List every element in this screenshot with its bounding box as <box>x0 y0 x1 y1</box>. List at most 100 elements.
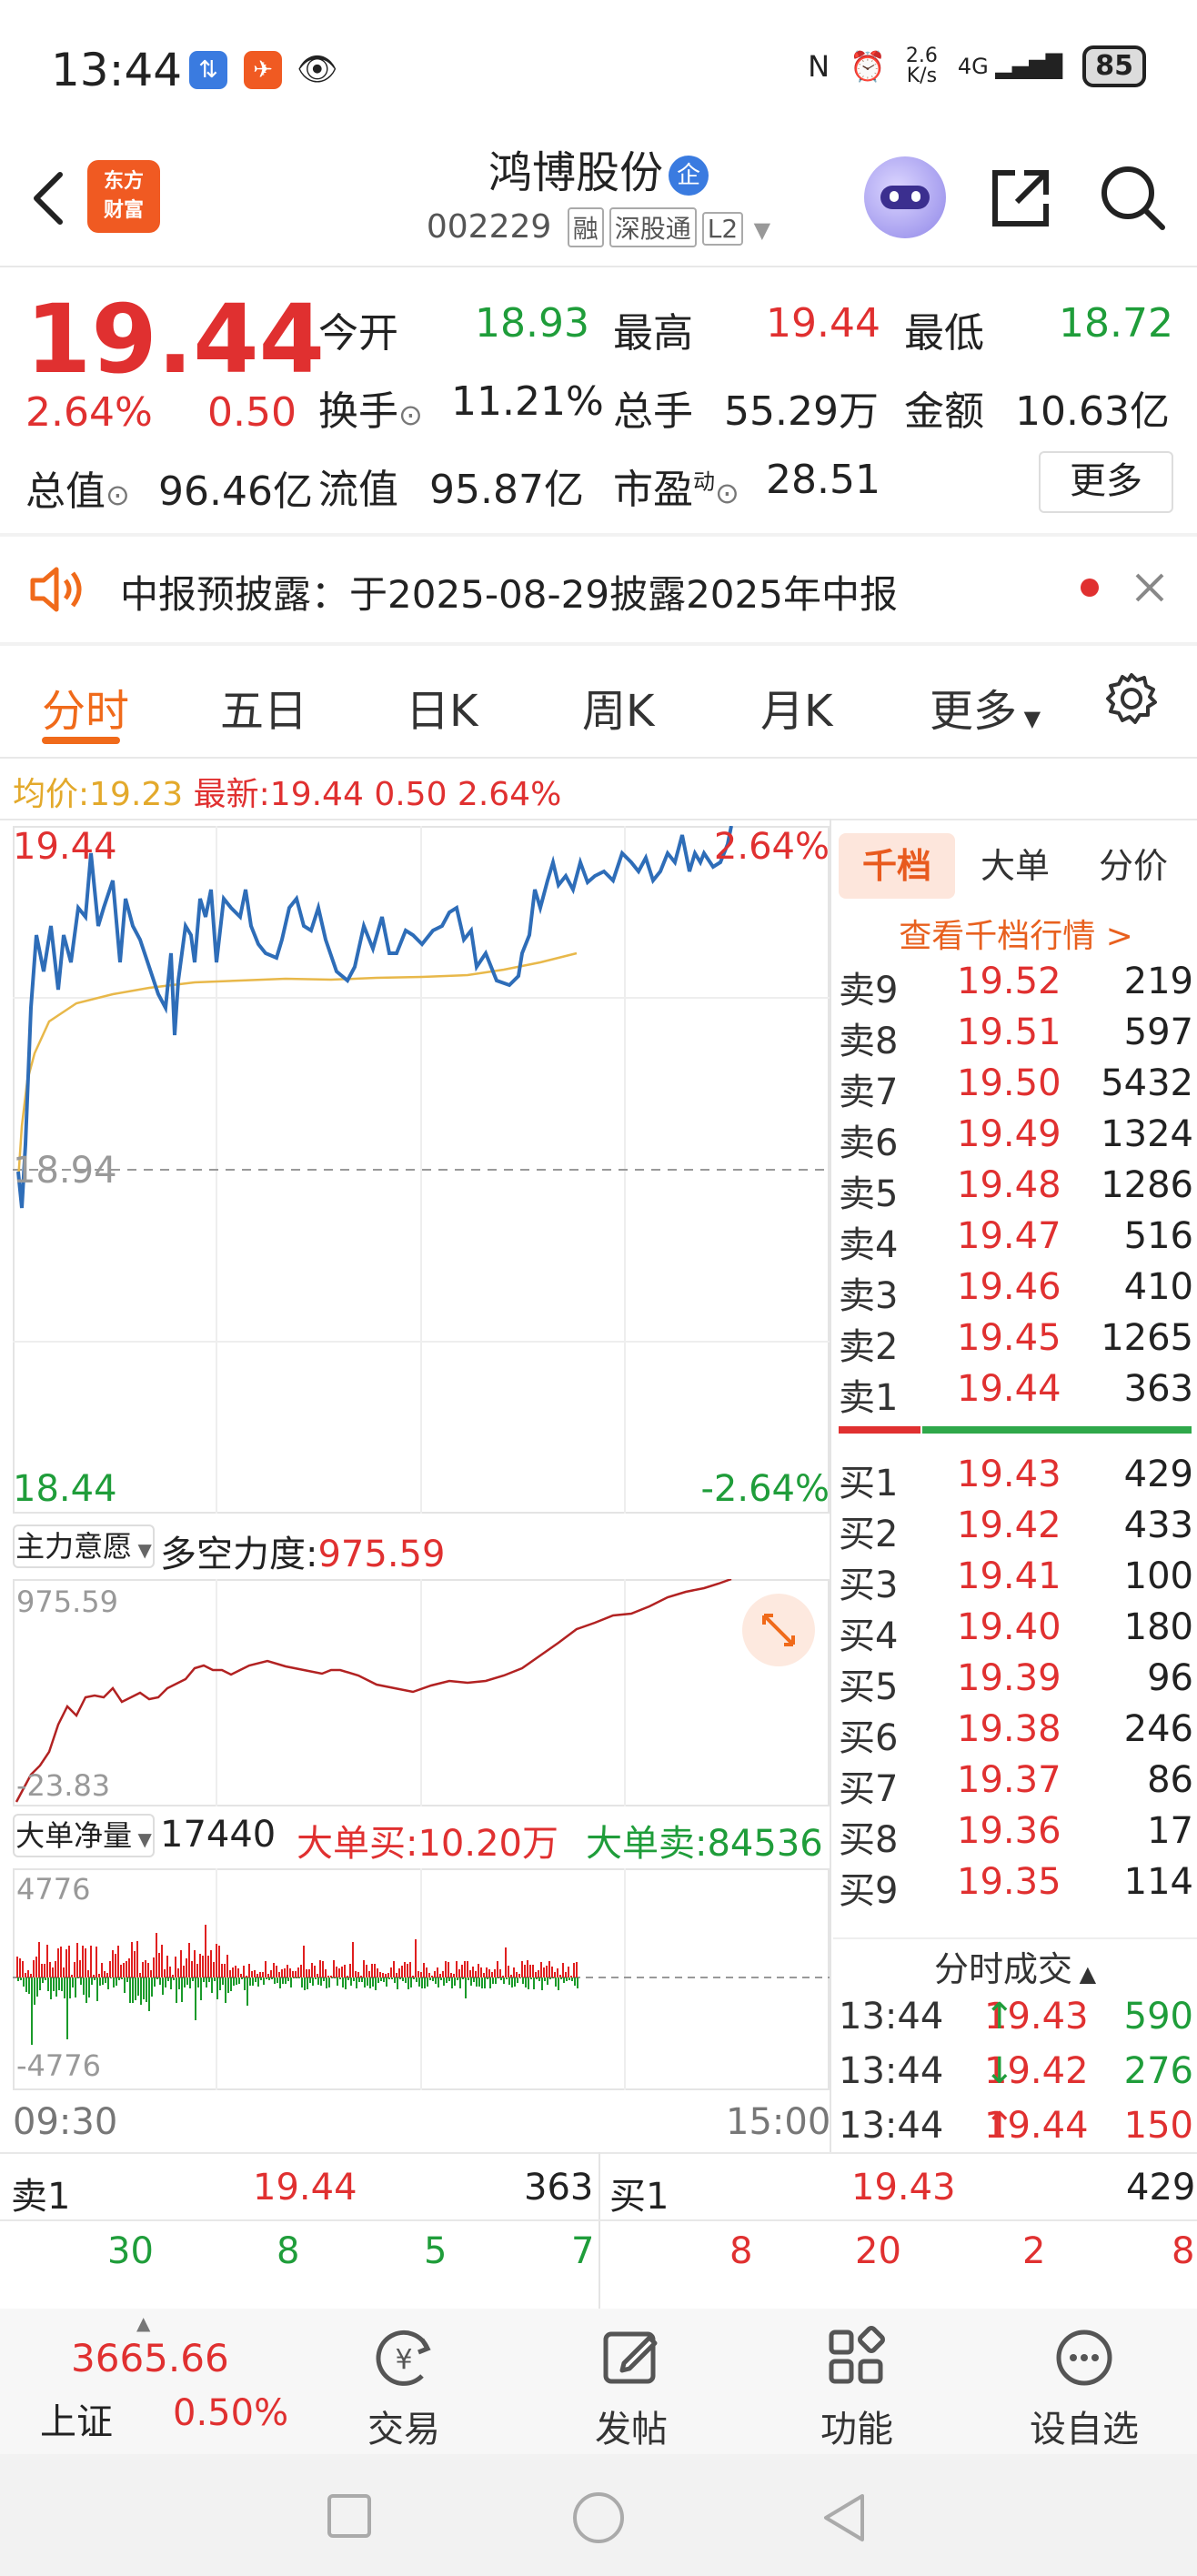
bid-row[interactable]: 买2 19.42 433 <box>839 1504 1193 1555</box>
net-volume-bar-up <box>44 1964 45 1977</box>
net-volume-bar-up <box>202 1956 204 1977</box>
bid-row[interactable]: 买3 19.41 100 <box>839 1555 1193 1606</box>
tab-more[interactable]: 更多 ▼ <box>930 675 1041 739</box>
bid-vol: 433 <box>1123 1504 1193 1546</box>
nav-functions[interactable]: 功能 <box>775 2309 939 2454</box>
net-volume-bar-up <box>270 1970 272 1977</box>
ask-label: 卖5 <box>839 1173 899 1215</box>
ask-row[interactable]: 卖4 19.47 516 <box>839 1215 1193 1266</box>
tab-five-day[interactable]: 五日 <box>220 675 307 739</box>
gear-icon[interactable] <box>1102 669 1161 728</box>
ask-row[interactable]: 卖2 19.45 1265 <box>839 1317 1193 1368</box>
net-volume-bar-up <box>576 1962 578 1977</box>
enterprise-badge: 企 <box>669 156 709 196</box>
net-volume-bar-down <box>334 1977 336 1978</box>
net-volume-bar-down <box>391 1977 393 1979</box>
ask-row[interactable]: 卖8 19.51 597 <box>839 1011 1193 1062</box>
indicator1-selector[interactable]: 主力意愿 ▼ <box>13 1524 155 1568</box>
tab-price-dist[interactable]: 分价 <box>1075 833 1192 899</box>
net-volume-bar-down <box>211 1977 213 1993</box>
ask-row[interactable]: 卖9 19.52 219 <box>839 961 1193 1011</box>
ask-price: 19.50 <box>957 1062 1061 1104</box>
ask-row[interactable]: 卖6 19.49 1324 <box>839 1113 1193 1164</box>
net-volume-bar-down <box>266 1977 267 1979</box>
trade-row: 13:44 19.43 ↑ 590 <box>839 1996 1193 2038</box>
ask-row[interactable]: 卖7 19.50 5432 <box>839 1062 1193 1113</box>
home-icon[interactable] <box>571 2490 626 2545</box>
net-volume-bar-down <box>184 1977 186 1987</box>
net-volume-bar-down <box>176 1977 177 2003</box>
tab-month-k[interactable]: 月K <box>760 675 832 739</box>
announcement-banner[interactable]: 中报预披露：于2025-08-29披露2025年中报 <box>0 537 1197 642</box>
indicator2-selector[interactable]: 大单净量 ▼ <box>13 1814 155 1857</box>
net-volume-bar-up <box>521 1961 523 1977</box>
indicator1-readout: 多空力度:975.59 <box>160 1534 446 1575</box>
net-volume-bar-down <box>77 1977 79 1978</box>
net-volume-bar-up <box>226 1955 228 1977</box>
search-icon[interactable] <box>1097 162 1170 235</box>
net-volume-bar-down <box>331 1977 333 1978</box>
tab-day-k[interactable]: 日K <box>406 675 478 739</box>
close-icon[interactable] <box>1132 569 1168 606</box>
net-volume-bar-down <box>293 1977 295 1978</box>
net-volume-bar-up <box>535 1972 537 1977</box>
bid-row[interactable]: 买4 19.40 180 <box>839 1606 1193 1657</box>
net-volume-bar-up <box>292 1971 294 1977</box>
bid-row[interactable]: 买6 19.38 246 <box>839 1708 1193 1759</box>
ask-row[interactable]: 卖1 19.44 363 <box>839 1368 1193 1419</box>
nav-post[interactable]: 发帖 <box>549 2309 713 2454</box>
recent-apps-icon[interactable] <box>324 2490 375 2541</box>
tab-big-order[interactable]: 大单 <box>957 833 1073 899</box>
net-volume-bar-down <box>364 1977 366 1987</box>
net-volume-bar-up <box>87 1970 89 1977</box>
index-ticker[interactable]: ▲ 3665.66 上证 0.50% <box>0 2309 309 2454</box>
ai-assistant-icon[interactable] <box>864 156 946 238</box>
view-depth-link[interactable]: 查看千档行情 > <box>835 910 1197 957</box>
bid-row[interactable]: 买1 19.43 429 <box>839 1454 1193 1504</box>
net-volume-bar-up <box>472 1967 474 1977</box>
net-volume-bar-down <box>227 1977 229 1993</box>
trade-time: 13:44 <box>839 2105 944 2147</box>
net-volume-bar-up <box>371 1964 373 1977</box>
net-volume-bar-down <box>20 1977 22 1980</box>
net-volume-bar-down <box>301 1977 303 1987</box>
net-volume-bar-down <box>473 1977 475 1982</box>
net-volume-bar-down <box>549 1977 551 1979</box>
bid-row[interactable]: 买9 19.35 114 <box>839 1861 1193 1912</box>
net-volume-bar-down <box>484 1977 486 1988</box>
share-icon[interactable] <box>984 162 1057 235</box>
more-button[interactable]: 更多 <box>1039 451 1173 513</box>
net-volume-bar-up <box>224 1964 226 1977</box>
back-icon[interactable] <box>819 2490 870 2545</box>
chevron-up-icon: ▲ <box>1071 1961 1097 1987</box>
trade-direction-icon: ↑ <box>984 1996 1015 2038</box>
net-volume-bar-down <box>290 1977 292 1987</box>
nav-customize[interactable]: 设自选 <box>1002 2309 1166 2454</box>
bid-row[interactable]: 买8 19.36 17 <box>839 1810 1193 1861</box>
net-volume-bar-down <box>110 1977 112 1978</box>
net-volume-bar-down <box>367 1977 368 1986</box>
net-volume-bar-up <box>360 1976 362 1977</box>
net-volume-bar-up <box>297 1967 299 1977</box>
net-volume-bar-up <box>128 1958 130 1977</box>
edit-icon <box>603 2331 658 2384</box>
intraday-price-chart[interactable]: 19.44 18.94 18.44 2.64% -2.64% <box>13 826 830 1514</box>
tab-week-k[interactable]: 周K <box>582 675 654 739</box>
bid-price: 19.41 <box>957 1555 1061 1597</box>
tab-depth[interactable]: 千档 <box>839 833 955 899</box>
net-volume-bar-down <box>236 1977 237 1985</box>
trades-header[interactable]: 分时成交 ▲ <box>833 1941 1197 1991</box>
ask-row[interactable]: 卖3 19.46 410 <box>839 1266 1193 1317</box>
tab-intraday[interactable]: 分时 <box>42 675 129 739</box>
net-volume-bar-down <box>358 1977 360 1982</box>
nav-trade[interactable]: ¥ 交易 <box>322 2309 486 2454</box>
indicator2-chart[interactable]: 4776 -4776 <box>13 1868 830 2090</box>
ask-label: 卖8 <box>839 1021 899 1062</box>
bid-row[interactable]: 买5 19.39 96 <box>839 1657 1193 1708</box>
net-volume-bar-down <box>173 1977 175 1980</box>
bid-vol: 429 <box>1123 1454 1193 1495</box>
net-volume-bar-up <box>161 1945 163 1977</box>
ask-row[interactable]: 卖5 19.48 1286 <box>839 1164 1193 1215</box>
bid-row[interactable]: 买7 19.37 86 <box>839 1759 1193 1810</box>
indicator1-chart[interactable]: 975.59 -23.83 <box>13 1579 830 1806</box>
